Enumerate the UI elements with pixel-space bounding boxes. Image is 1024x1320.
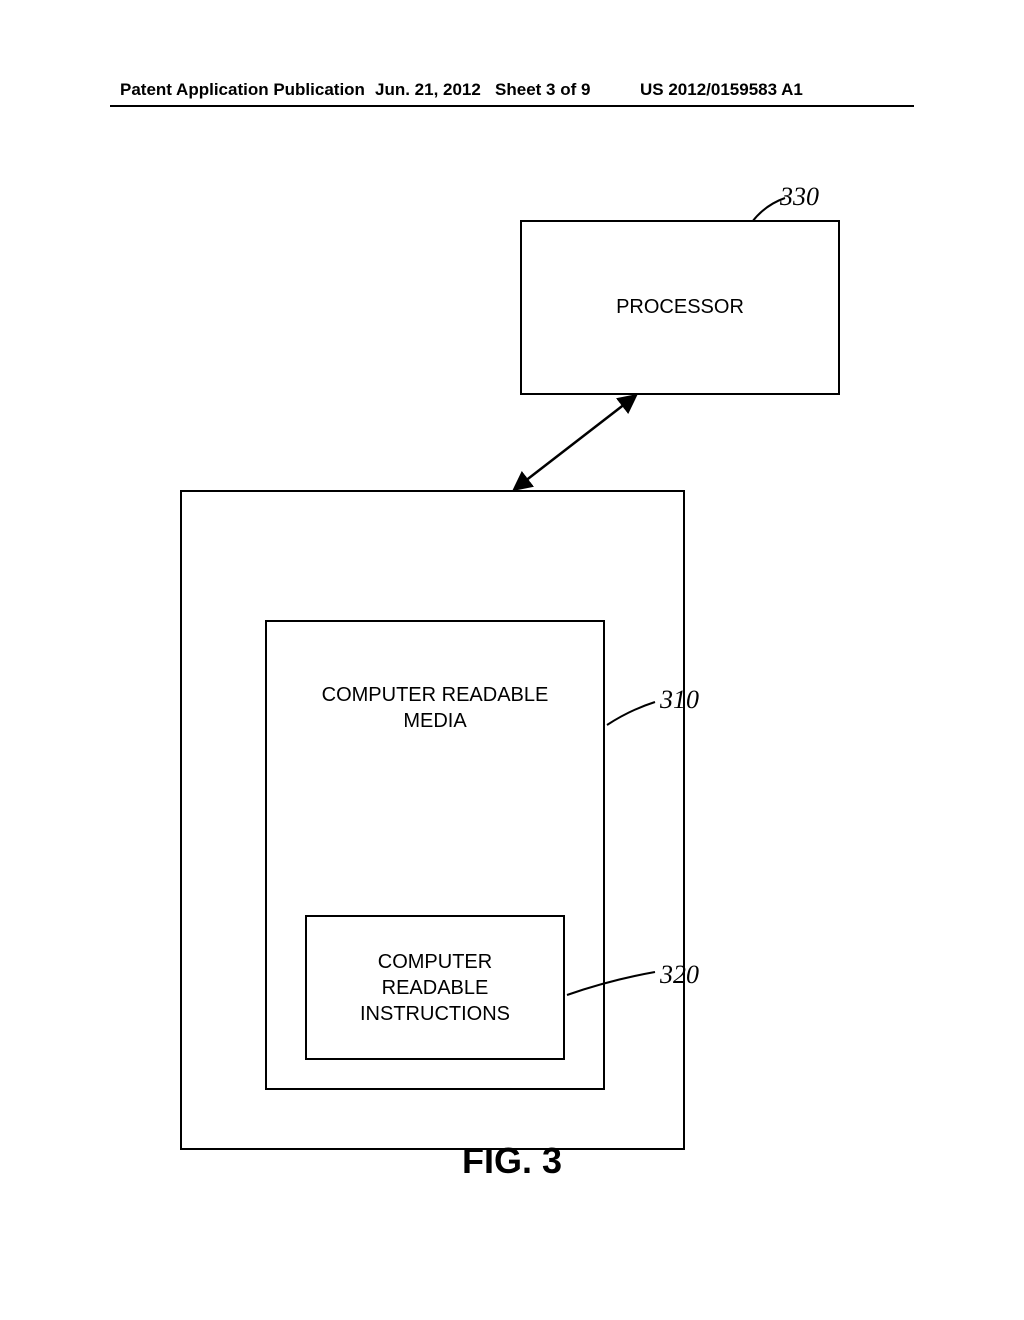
media-label: COMPUTER READABLE MEDIA	[322, 682, 549, 734]
header-date-sheet: Jun. 21, 2012 Sheet 3 of 9	[375, 80, 590, 100]
instructions-block: COMPUTER READABLE INSTRUCTIONS	[305, 915, 565, 1060]
header-sheet: Sheet 3 of 9	[495, 80, 590, 99]
leader-320	[565, 970, 665, 1000]
instructions-label: COMPUTER READABLE INSTRUCTIONS	[360, 949, 510, 1027]
ref-label-310: 310	[660, 685, 699, 715]
processor-block: PROCESSOR	[520, 220, 840, 395]
processor-label: PROCESSOR	[616, 296, 744, 319]
header-pubnum: US 2012/0159583 A1	[640, 80, 803, 100]
ref-label-330: 330	[780, 182, 819, 212]
leader-310	[605, 700, 665, 730]
figure-diagram: 330 PROCESSOR COMPUTER READABLE MEDIA 31…	[130, 170, 890, 1170]
header-publication: Patent Application Publication	[120, 80, 365, 100]
ref-label-320: 320	[660, 960, 699, 990]
processor-media-arrow	[500, 395, 650, 495]
header-divider	[110, 105, 914, 107]
figure-caption: FIG. 3	[0, 1140, 1024, 1182]
header-date: Jun. 21, 2012	[375, 80, 481, 99]
